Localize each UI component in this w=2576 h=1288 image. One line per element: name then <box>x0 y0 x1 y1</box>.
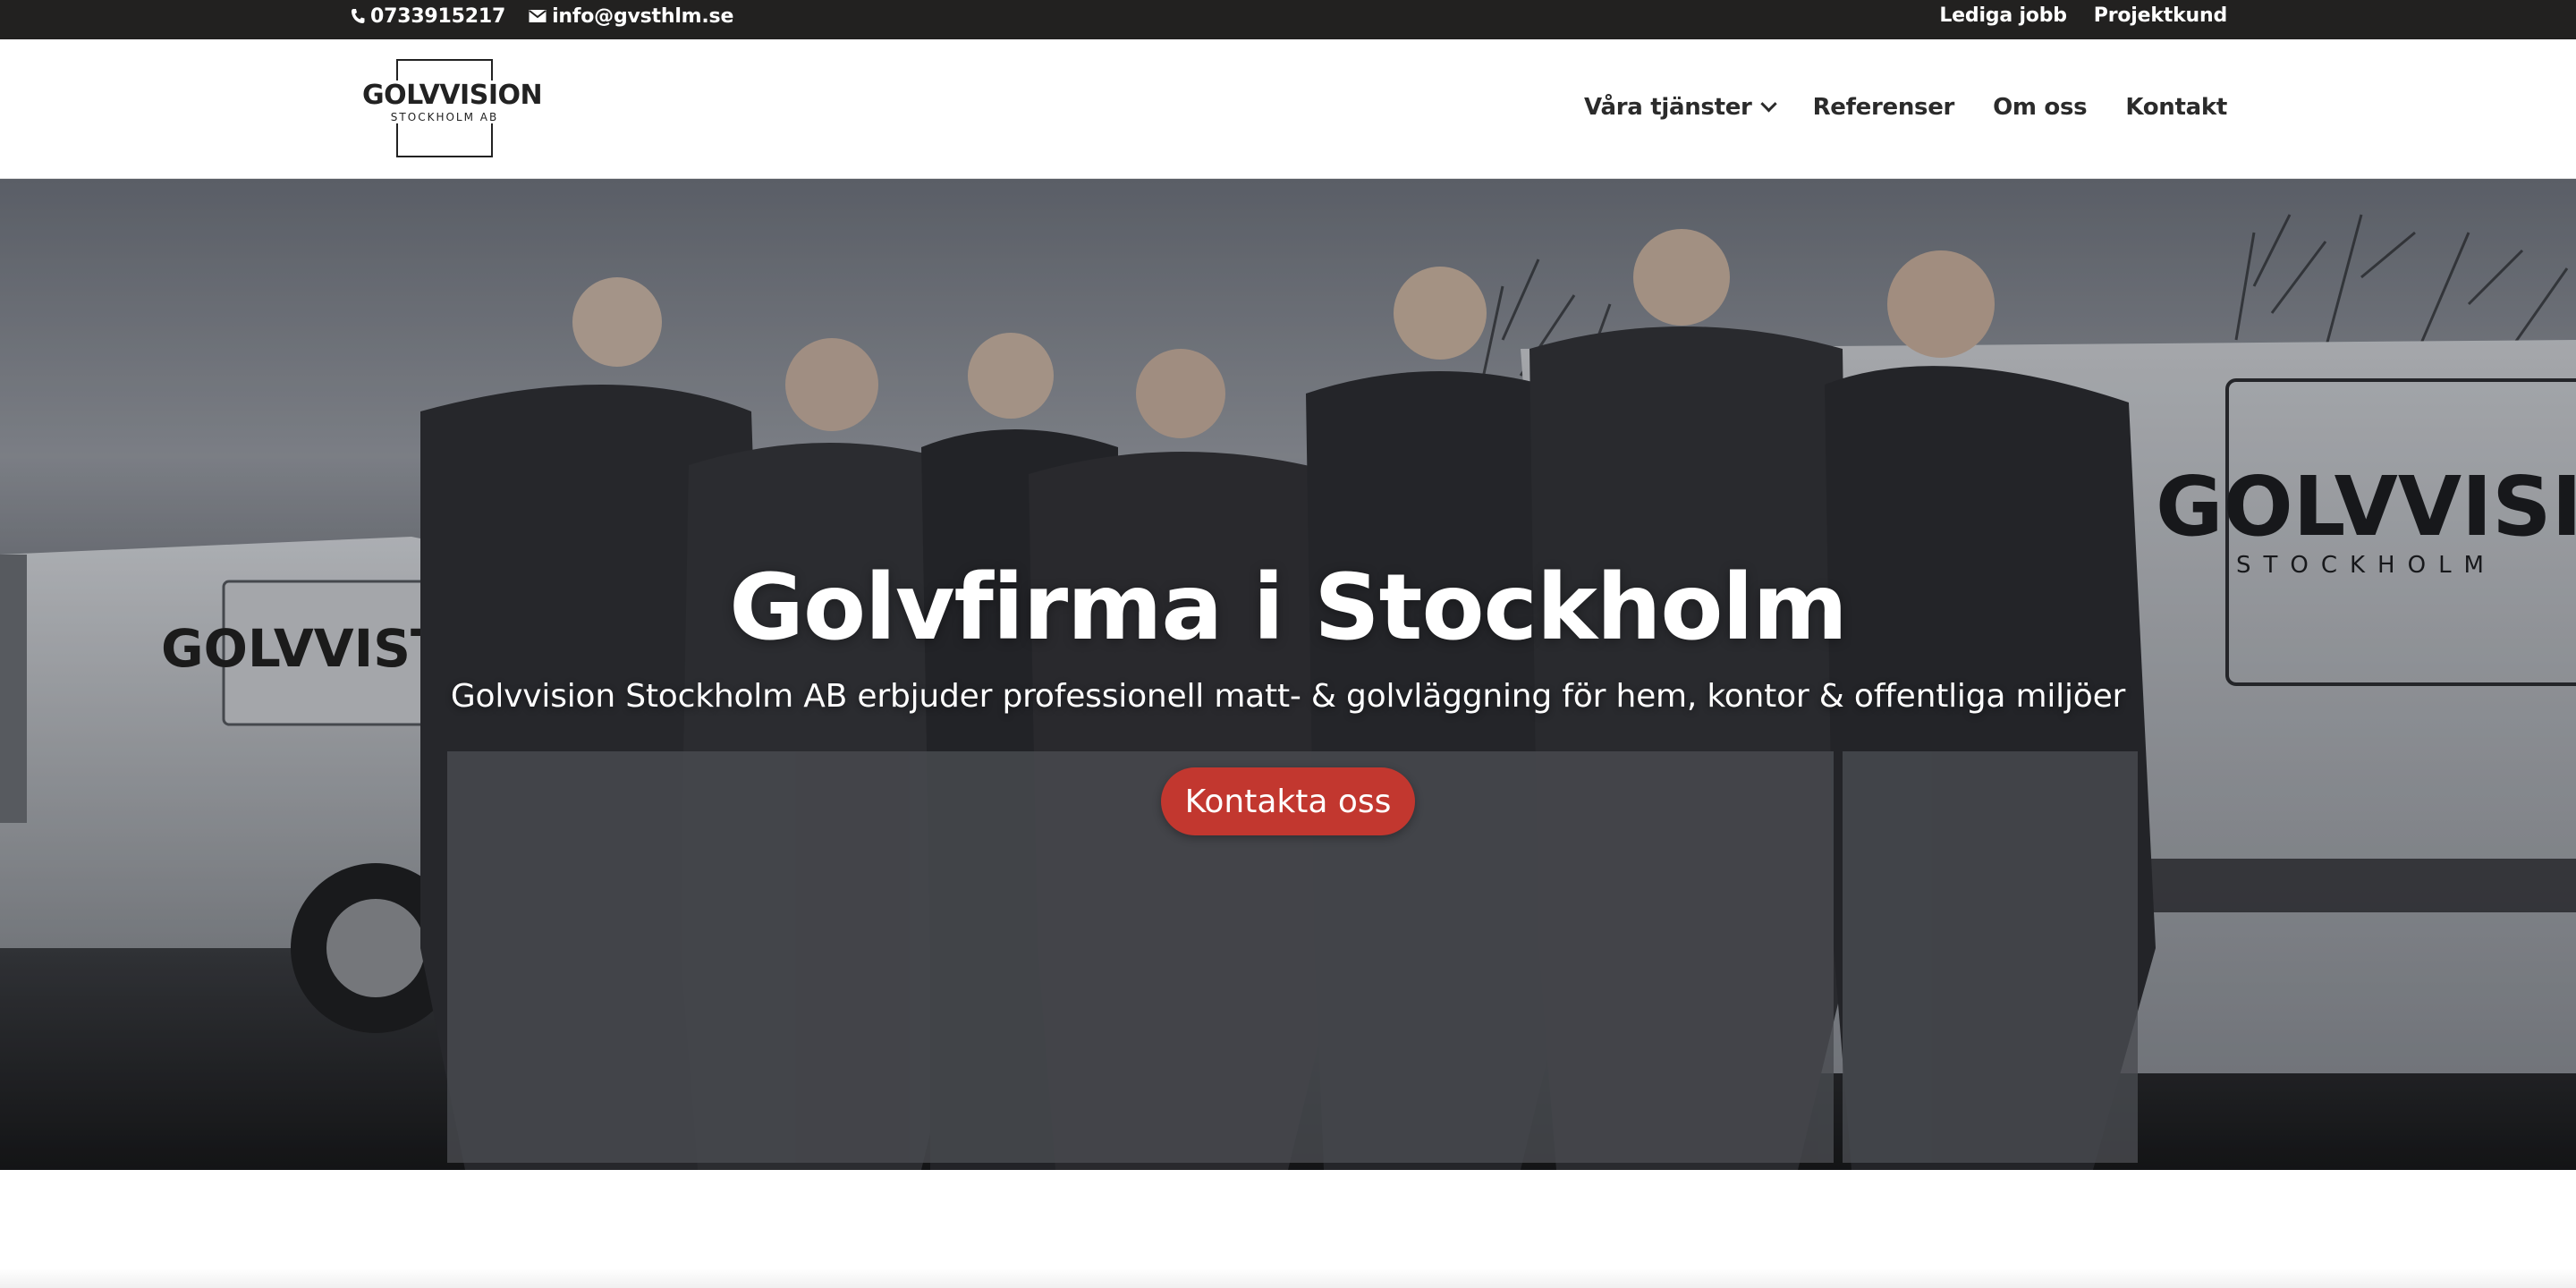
nav-item-label: Om oss <box>1993 94 2088 121</box>
section-divider <box>0 1268 2576 1288</box>
hero-overlay <box>0 179 2576 1170</box>
lediga-jobb-link[interactable]: Lediga jobb <box>1939 4 2067 27</box>
email-link[interactable]: info@gvsthlm.se <box>529 5 733 28</box>
nav-item-referenser[interactable]: Referenser <box>1813 94 1955 121</box>
logo-subtitle: STOCKHOLM AB <box>362 111 527 123</box>
nav-item-label: Kontakt <box>2125 94 2227 121</box>
top-bar: 0733915217 info@gvsthlm.se Lediga jobb P… <box>0 0 2576 39</box>
logo-wordmark: GOLVVISION <box>362 80 543 111</box>
mail-icon <box>529 10 547 22</box>
nav-item-om-oss[interactable]: Om oss <box>1993 94 2088 121</box>
hero-section: GOLVVIST GOLVVISI STOCKHOLM Golvfirma i … <box>0 179 2576 1170</box>
phone-link[interactable]: 0733915217 <box>351 5 505 28</box>
main-nav: Våra tjänster Referenser Om oss Kontakt <box>1584 39 2227 175</box>
email-address: info@gvsthlm.se <box>552 4 734 28</box>
hero-title: Golvfirma i Stockholm <box>729 555 1848 661</box>
logo[interactable]: GOLVVISION STOCKHOLM AB <box>362 59 543 157</box>
phone-number: 0733915217 <box>370 4 506 28</box>
chevron-down-icon <box>1759 95 1777 112</box>
nav-item-label: Våra tjänster <box>1584 94 1752 121</box>
phone-icon <box>352 9 365 23</box>
contact-us-button[interactable]: Kontakta oss <box>1161 767 1415 835</box>
top-links: Lediga jobb Projektkund <box>1939 0 2227 30</box>
main-header: GOLVVISION STOCKHOLM AB Våra tjänster Re… <box>0 39 2576 179</box>
projektkund-link[interactable]: Projektkund <box>2094 4 2227 27</box>
nav-item-label: Referenser <box>1812 94 1955 121</box>
nav-item-kontakt[interactable]: Kontakt <box>2125 94 2227 121</box>
hero-subtitle: Golvvision Stockholm AB erbjuder profess… <box>450 678 2126 715</box>
contact-info: 0733915217 info@gvsthlm.se <box>351 0 733 32</box>
nav-item-tjanster[interactable]: Våra tjänster <box>1584 94 1777 121</box>
